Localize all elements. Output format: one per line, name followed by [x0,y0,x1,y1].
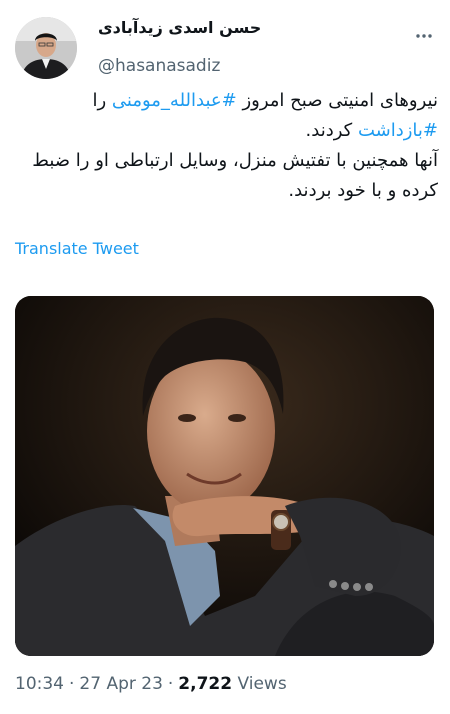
avatar[interactable] [15,17,77,79]
tweet: حسن اسدی زیدآبادی @hasanasadiz نیروهای ا… [0,0,450,714]
hashtag-link[interactable]: #بازداشت [358,120,438,141]
tweet-metadata: 10:34 · 27 Apr 23 · 2,722 Views [15,674,287,694]
tweet-paragraph-2: آنها همچنین با تفتیش منزل، وسایل ارتباطی… [32,150,438,201]
author-handle[interactable]: @hasanasadiz [98,56,220,76]
tweet-paragraph-1: نیروهای امنیتی صبح امروز #عبدالله_مومنی … [14,86,438,146]
photo-image [15,296,434,656]
separator-dot: · [167,674,174,694]
tweet-text-segment: نیروهای امنیتی صبح امروز [236,90,438,111]
views-count: 2,722 [178,674,233,694]
tweet-time[interactable]: 10:34 [15,674,64,694]
hashtag-link[interactable]: #عبدالله_مومنی [112,90,237,111]
tweet-date[interactable]: 27 Apr 23 [79,674,162,694]
tweet-text-segment: کردند. [305,120,358,141]
avatar-image [15,17,77,79]
views-label: Views [237,674,287,694]
tweet-media-photo[interactable] [15,296,434,656]
author-display-name[interactable]: حسن اسدی زیدآبادی [98,18,261,37]
tweet-text: نیروهای امنیتی صبح امروز #عبدالله_مومنی … [14,86,438,206]
more-horizontal-icon[interactable] [414,26,434,46]
tweet-text-segment: را [92,90,112,111]
separator-dot: · [69,674,75,694]
translate-tweet-link[interactable]: Translate Tweet [15,239,139,258]
